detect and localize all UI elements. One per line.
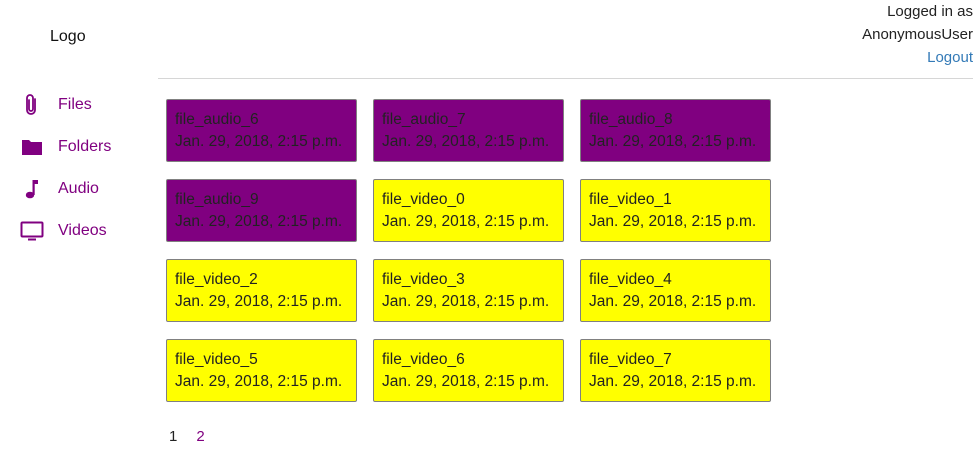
file-date: Jan. 29, 2018, 2:15 p.m. [589, 293, 757, 310]
file-date: Jan. 29, 2018, 2:15 p.m. [382, 213, 550, 230]
file-date: Jan. 29, 2018, 2:15 p.m. [175, 373, 343, 390]
file-card[interactable]: file_video_1 Jan. 29, 2018, 2:15 p.m. [580, 179, 771, 242]
file-name: file_video_5 [175, 351, 258, 368]
file-name: file_video_3 [382, 271, 465, 288]
sidebar-item-files[interactable]: Files [20, 84, 150, 126]
file-date: Jan. 29, 2018, 2:15 p.m. [175, 213, 343, 230]
music-note-icon [20, 177, 44, 201]
file-name: file_video_7 [589, 351, 672, 368]
file-name: file_video_6 [382, 351, 465, 368]
file-date: Jan. 29, 2018, 2:15 p.m. [382, 133, 550, 150]
file-name: file_audio_7 [382, 111, 466, 128]
logged-in-label: Logged in as [887, 3, 973, 20]
file-name: file_audio_9 [175, 191, 259, 208]
file-card[interactable]: file_video_2 Jan. 29, 2018, 2:15 p.m. [166, 259, 357, 322]
file-name: file_audio_8 [589, 111, 673, 128]
header-divider [158, 78, 973, 79]
file-date: Jan. 29, 2018, 2:15 p.m. [382, 293, 550, 310]
file-card[interactable]: file_video_0 Jan. 29, 2018, 2:15 p.m. [373, 179, 564, 242]
file-date: Jan. 29, 2018, 2:15 p.m. [382, 373, 550, 390]
file-name: file_audio_6 [175, 111, 259, 128]
user-info: Logged in as AnonymousUser Logout [833, 0, 973, 69]
file-grid: file_audio_6 Jan. 29, 2018, 2:15 p.m. fi… [166, 99, 771, 402]
monitor-icon [20, 219, 44, 243]
page-link-2[interactable]: 2 [196, 428, 204, 445]
file-date: Jan. 29, 2018, 2:15 p.m. [589, 373, 757, 390]
sidebar-item-label: Videos [58, 222, 107, 239]
logo: Logo [50, 28, 86, 45]
sidebar-item-videos[interactable]: Videos [20, 210, 150, 252]
pagination: 1 2 [169, 428, 205, 445]
page-current: 1 [169, 428, 178, 445]
file-card[interactable]: file_audio_6 Jan. 29, 2018, 2:15 p.m. [166, 99, 357, 162]
sidebar-item-folders[interactable]: Folders [20, 126, 150, 168]
file-name: file_video_2 [175, 271, 258, 288]
file-card[interactable]: file_audio_8 Jan. 29, 2018, 2:15 p.m. [580, 99, 771, 162]
file-name: file_video_1 [589, 191, 672, 208]
folder-icon [20, 135, 44, 159]
file-card[interactable]: file_video_4 Jan. 29, 2018, 2:15 p.m. [580, 259, 771, 322]
file-card[interactable]: file_video_7 Jan. 29, 2018, 2:15 p.m. [580, 339, 771, 402]
file-name: file_video_0 [382, 191, 465, 208]
sidebar-item-label: Folders [58, 138, 112, 155]
file-card[interactable]: file_audio_9 Jan. 29, 2018, 2:15 p.m. [166, 179, 357, 242]
sidebar: Files Folders Audio Videos [20, 84, 150, 252]
paperclip-icon [20, 93, 44, 117]
file-date: Jan. 29, 2018, 2:15 p.m. [175, 293, 343, 310]
username: AnonymousUser [862, 26, 973, 43]
file-card[interactable]: file_video_6 Jan. 29, 2018, 2:15 p.m. [373, 339, 564, 402]
file-card[interactable]: file_audio_7 Jan. 29, 2018, 2:15 p.m. [373, 99, 564, 162]
file-date: Jan. 29, 2018, 2:15 p.m. [589, 133, 757, 150]
file-date: Jan. 29, 2018, 2:15 p.m. [175, 133, 343, 150]
file-name: file_video_4 [589, 271, 672, 288]
logout-link[interactable]: Logout [833, 46, 973, 69]
file-date: Jan. 29, 2018, 2:15 p.m. [589, 213, 757, 230]
sidebar-item-audio[interactable]: Audio [20, 168, 150, 210]
file-card[interactable]: file_video_3 Jan. 29, 2018, 2:15 p.m. [373, 259, 564, 322]
sidebar-item-label: Files [58, 96, 92, 113]
sidebar-item-label: Audio [58, 180, 99, 197]
file-card[interactable]: file_video_5 Jan. 29, 2018, 2:15 p.m. [166, 339, 357, 402]
